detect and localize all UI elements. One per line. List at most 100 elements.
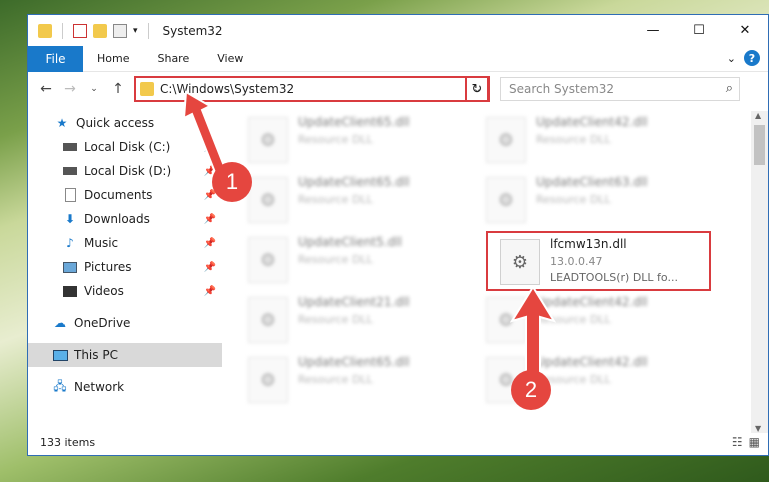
divider [62,22,63,39]
tab-home[interactable]: Home [83,52,143,65]
refresh-button[interactable]: ↻ [465,76,489,102]
file-item[interactable]: ⚙ UpdateClient63.dll Resource DLL [476,171,716,229]
search-placeholder: Search System32 [509,82,615,96]
dll-file-icon: ⚙ [486,117,526,163]
sidebar-item-label: Network [74,380,125,394]
network-icon: 🖧 [53,378,67,393]
sidebar-item-network[interactable]: 🖧 Network [28,375,222,399]
vertical-scrollbar[interactable]: ▲ ▼ [751,111,768,433]
minimize-button[interactable]: — [630,15,676,46]
sidebar-item-label: Quick access [76,116,155,130]
file-item[interactable]: ⚙ UpdateClient5.dll Resource DLL [238,231,478,289]
sidebar-item-label: This PC [74,348,118,362]
chevron-down-icon[interactable]: ▾ [133,26,138,36]
close-button[interactable]: ✕ [722,15,768,46]
search-icon[interactable]: ⌕ [726,81,733,96]
computer-icon [52,347,68,363]
back-button[interactable]: ← [34,81,58,97]
tab-view[interactable]: View [203,52,257,65]
properties-icon[interactable] [73,23,87,38]
star-icon: ★ [56,116,68,130]
sidebar-item-pictures[interactable]: Pictures 📌 [28,255,222,279]
file-description: Resource DLL [536,133,611,146]
large-icons-view-icon[interactable]: ▦ [749,435,760,449]
file-item[interactable]: ⚙ UpdateClient65.dll Resource DLL [238,171,478,229]
file-name: UpdateClient5.dll [298,235,402,249]
sidebar-item-this-pc[interactable]: This PC [28,343,222,367]
file-name: UpdateClient65.dll [298,355,410,369]
tab-file[interactable]: File [28,45,83,72]
forward-button[interactable]: → [58,81,82,97]
title-bar: ▾ System32 — ☐ ✕ [28,15,768,46]
window-title: System32 [162,23,223,38]
up-button[interactable]: ↑ [106,81,130,97]
tab-share[interactable]: Share [143,52,203,65]
step-badge-2: 2 [511,370,551,410]
sidebar-item-label: Documents [84,188,153,202]
pin-icon[interactable]: 📌 [204,286,216,297]
dll-file-icon: ⚙ [248,117,288,163]
dll-file-icon: ⚙ [248,357,288,403]
quick-access-toolbar: ▾ [28,22,153,39]
file-item[interactable]: ⚙ UpdateClient65.dll Resource DLL [238,111,478,169]
file-item[interactable]: ⚙ UpdateClient21.dll Resource DLL [238,291,478,349]
scroll-up-icon[interactable]: ▲ [755,111,761,120]
documents-icon [62,187,78,203]
sidebar-item-downloads[interactable]: ⬇ Downloads 📌 [28,207,222,231]
sidebar-item-music[interactable]: ♪ Music 📌 [28,231,222,255]
folder-icon[interactable] [38,23,52,38]
help-icon[interactable]: ? [744,50,760,66]
file-item[interactable]: ⚙ UpdateClient42.dll Resource DLL [476,111,716,169]
ribbon-tabs: File Home Share View ⌄ ? [28,45,768,72]
details-view-icon[interactable]: ☷ [732,435,743,449]
drive-icon [62,139,78,155]
ribbon-right: ⌄ ? [727,50,760,66]
folder-icon [140,82,154,96]
sidebar-item-label: Local Disk (D:) [84,164,172,178]
scroll-down-icon[interactable]: ▼ [755,424,761,433]
sidebar-item-label: Local Disk (C:) [84,140,171,154]
sidebar-item-label: Pictures [84,260,132,274]
refresh-icon: ↻ [471,81,483,97]
sidebar-item-label: OneDrive [74,316,131,330]
search-input[interactable]: Search System32 ⌕ [500,77,740,101]
navigation-bar: ← → ⌄ ↑ C:\Windows\System32 ⌄ ↻ Search S… [28,73,768,105]
file-description: Resource DLL [536,193,611,206]
drive-icon [62,163,78,179]
dll-file-icon: ⚙ [248,177,288,223]
file-name: UpdateClient21.dll [298,295,410,309]
file-name: UpdateClient63.dll [536,175,648,189]
dll-file-icon: ⚙ [248,237,288,283]
pictures-icon [62,259,78,275]
new-folder-icon[interactable] [93,23,107,38]
scrollbar-thumb[interactable] [754,125,765,165]
sidebar-item-label: Music [84,236,119,250]
pin-icon[interactable]: 📌 [204,214,216,225]
explorer-window: ▾ System32 — ☐ ✕ File Home Share View ⌄ … [27,14,769,456]
maximize-button[interactable]: ☐ [676,15,722,46]
file-description: Resource DLL [298,193,373,206]
target-file-highlight [486,231,711,291]
file-description: Resource DLL [298,253,373,266]
download-icon: ⬇ [64,212,76,226]
pin-icon[interactable]: 📌 [204,238,216,249]
sidebar-item-videos[interactable]: Videos 📌 [28,279,222,303]
window-controls: — ☐ ✕ [630,15,768,46]
videos-icon [62,283,78,299]
customize-toolbar-icon[interactable] [113,23,127,38]
dll-file-icon: ⚙ [486,177,526,223]
file-item[interactable]: ⚙ UpdateClient65.dll Resource DLL [238,351,478,409]
file-description: Resource DLL [298,313,373,326]
file-name: UpdateClient42.dll [536,115,648,129]
divider [147,22,149,39]
file-description: Resource DLL [298,133,373,146]
file-description: Resource DLL [298,373,373,386]
view-toggle: ☷ ▦ [732,435,760,449]
status-item-count: 133 items [40,436,96,449]
recent-locations-icon[interactable]: ⌄ [82,84,106,94]
sidebar-item-onedrive[interactable]: ☁ OneDrive [28,311,222,335]
pin-icon[interactable]: 📌 [204,262,216,273]
expand-ribbon-icon[interactable]: ⌄ [727,52,736,65]
step-badge-1: 1 [212,162,252,202]
sidebar-item-label: Downloads [84,212,150,226]
